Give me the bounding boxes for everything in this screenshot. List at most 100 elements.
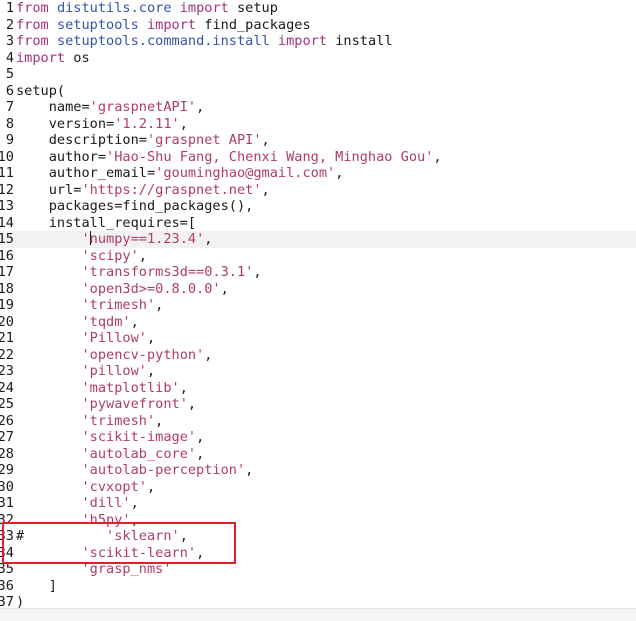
- line-number: 1: [5, 0, 14, 16]
- string-token: 'transforms3d==0.3.1': [81, 264, 254, 280]
- line-number: 22: [0, 346, 14, 363]
- plain-token: ,: [335, 165, 344, 181]
- plain-token: ,: [220, 280, 229, 297]
- code-line[interactable]: 12 url='https://graspnet.net',: [0, 182, 636, 199]
- code-line[interactable]: 8 version='1.2.11',: [0, 116, 636, 133]
- code-line[interactable]: 10 author='Hao-Shu Fang, Chenxi Wang, Mi…: [0, 149, 636, 166]
- code-line[interactable]: 13 packages=find_packages(),: [0, 198, 636, 215]
- line-code: 'trimesh',: [14, 297, 636, 314]
- plain-token: ,: [253, 264, 262, 280]
- code-line[interactable]: 26 'trimesh',: [0, 413, 636, 430]
- line-code: 'pywavefront',: [14, 396, 636, 413]
- code-line[interactable]: 17 'transforms3d==0.3.1',: [0, 264, 636, 281]
- line-code: 'scipy',: [14, 248, 636, 265]
- line-number: 14: [0, 214, 14, 231]
- code-line[interactable]: 31 'dill',: [0, 495, 636, 512]
- code-line[interactable]: 11 author_email='gouminghao@gmail.com',: [0, 165, 636, 182]
- line-number: 20: [0, 313, 14, 330]
- code-line[interactable]: 20 'tqdm',: [0, 314, 636, 331]
- plain-token: ,: [179, 379, 188, 396]
- code-line[interactable]: 21 'Pillow',: [0, 330, 636, 347]
- line-code: # 'sklearn',: [14, 528, 636, 545]
- code-editor[interactable]: 1 from distutils.core import setup 2 from s…: [0, 0, 636, 608]
- string-token: 'https://graspnet.net': [81, 181, 262, 198]
- code-line[interactable]: 28 'autolab_core',: [0, 446, 636, 463]
- string-token: 'Hao-Shu Fang, Chenxi Wang, Minghao Gou': [106, 148, 434, 165]
- string-token: 'pywavefront': [81, 396, 188, 412]
- code-line[interactable]: 35 'grasp_nms': [0, 561, 636, 578]
- line-code: 'Pillow',: [14, 330, 636, 347]
- code-line[interactable]: 18 'open3d>=0.8.0.0',: [0, 281, 636, 298]
- line-code: [14, 66, 636, 83]
- line-number: 33: [0, 528, 14, 544]
- code-line[interactable]: 24 'matplotlib',: [0, 380, 636, 397]
- line-code: 'grasp_nms': [14, 561, 636, 578]
- line-number: 15: [0, 231, 14, 247]
- line-number: 23: [0, 363, 14, 379]
- line-code: 'matplotlib',: [14, 380, 636, 397]
- line-number: 7: [5, 99, 14, 115]
- status-bar: [0, 608, 636, 621]
- line-code: 'h5py',: [14, 512, 636, 529]
- code-line[interactable]: 16 'scipy',: [0, 248, 636, 265]
- keyword-token: import: [146, 16, 197, 33]
- line-number: 10: [0, 148, 14, 165]
- code-line[interactable]: 1 from distutils.core import setup: [0, 0, 636, 17]
- string-token: 'cvxopt': [81, 478, 147, 495]
- code-line[interactable]: 23 'pillow',: [0, 363, 636, 380]
- line-number: 26: [0, 412, 14, 429]
- code-line[interactable]: 3 from setuptools.command.install import …: [0, 33, 636, 50]
- plain-token: version=: [16, 115, 115, 132]
- line-code: 'numpy==1.23.4',: [14, 231, 636, 248]
- line-number: 24: [0, 379, 14, 396]
- plain-token: ,: [130, 511, 139, 528]
- line-number: 3: [5, 33, 14, 49]
- line-code: from distutils.core import setup: [14, 0, 636, 17]
- line-number: 25: [0, 396, 14, 412]
- code-line[interactable]: 5: [0, 66, 636, 83]
- plain-token: setup: [228, 0, 278, 16]
- line-number: 16: [0, 247, 14, 264]
- line-number: 11: [0, 165, 14, 181]
- plain-token: ,: [196, 445, 205, 462]
- code-line[interactable]: 33 # 'sklearn',: [0, 528, 636, 545]
- module-token: setuptools: [56, 16, 139, 33]
- code-line[interactable]: 34 'scikit-learn',: [0, 545, 636, 562]
- line-code: description='graspnet API',: [14, 132, 636, 149]
- code-line[interactable]: 27 'scikit-image',: [0, 429, 636, 446]
- code-line[interactable]: 30 'cvxopt',: [0, 479, 636, 496]
- code-line[interactable]: 7 name='graspnetAPI',: [0, 99, 636, 116]
- code-line[interactable]: 22 'opencv-python',: [0, 347, 636, 364]
- plain-token: install_requires=[: [16, 214, 197, 231]
- code-line[interactable]: 14 install_requires=[: [0, 215, 636, 232]
- code-line[interactable]: 25 'pywavefront',: [0, 396, 636, 413]
- code-line[interactable]: 9 description='graspnet API',: [0, 132, 636, 149]
- line-code: setup(: [14, 83, 636, 100]
- line-code: author='Hao-Shu Fang, Chenxi Wang, Mingh…: [14, 149, 636, 166]
- string-token: numpy==1.23.4': [89, 231, 205, 247]
- module-token: distutils.core: [56, 0, 172, 16]
- code-line[interactable]: 32 'h5py',: [0, 512, 636, 529]
- plain-token: ,: [130, 495, 139, 511]
- code-line[interactable]: 36 ]: [0, 578, 636, 595]
- code-line[interactable]: 2 from setuptools import find_packages: [0, 17, 636, 34]
- code-line[interactable]: 19 'trimesh',: [0, 297, 636, 314]
- line-code: 'dill',: [14, 495, 636, 512]
- code-line[interactable]: 15 'numpy==1.23.4',: [0, 231, 636, 248]
- plain-token: author=: [16, 148, 107, 165]
- code-line[interactable]: 4 import os: [0, 50, 636, 67]
- keyword-token: from: [16, 33, 49, 49]
- code-line[interactable]: 6 setup(: [0, 83, 636, 100]
- string-token: 'trimesh': [81, 297, 156, 313]
- code-line[interactable]: 29 'autolab-perception',: [0, 462, 636, 479]
- code-line[interactable]: 37): [0, 594, 636, 608]
